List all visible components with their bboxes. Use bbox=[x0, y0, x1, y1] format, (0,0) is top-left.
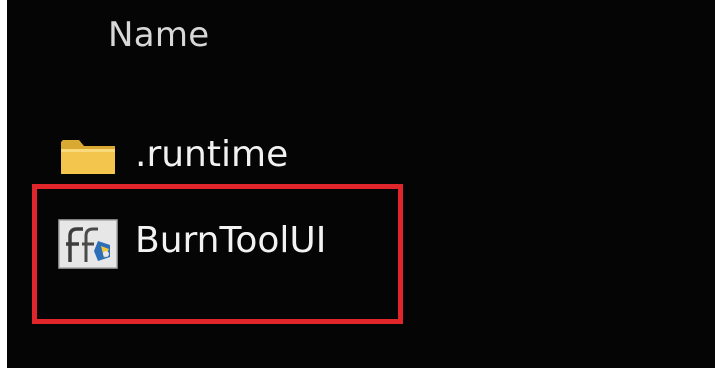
app-icon bbox=[57, 216, 119, 269]
folder-icon bbox=[57, 130, 119, 180]
name-column-header[interactable]: Name bbox=[108, 12, 210, 58]
file-row-runtime[interactable]: .runtime bbox=[7, 114, 715, 194]
file-row-burntoolui[interactable]: BurnToolUI bbox=[7, 200, 715, 280]
file-name-burntoolui: BurnToolUI bbox=[135, 220, 327, 261]
file-name-runtime: .runtime bbox=[135, 134, 289, 175]
file-explorer-pane: Name .runtime BurnToolUI bbox=[7, 0, 715, 368]
